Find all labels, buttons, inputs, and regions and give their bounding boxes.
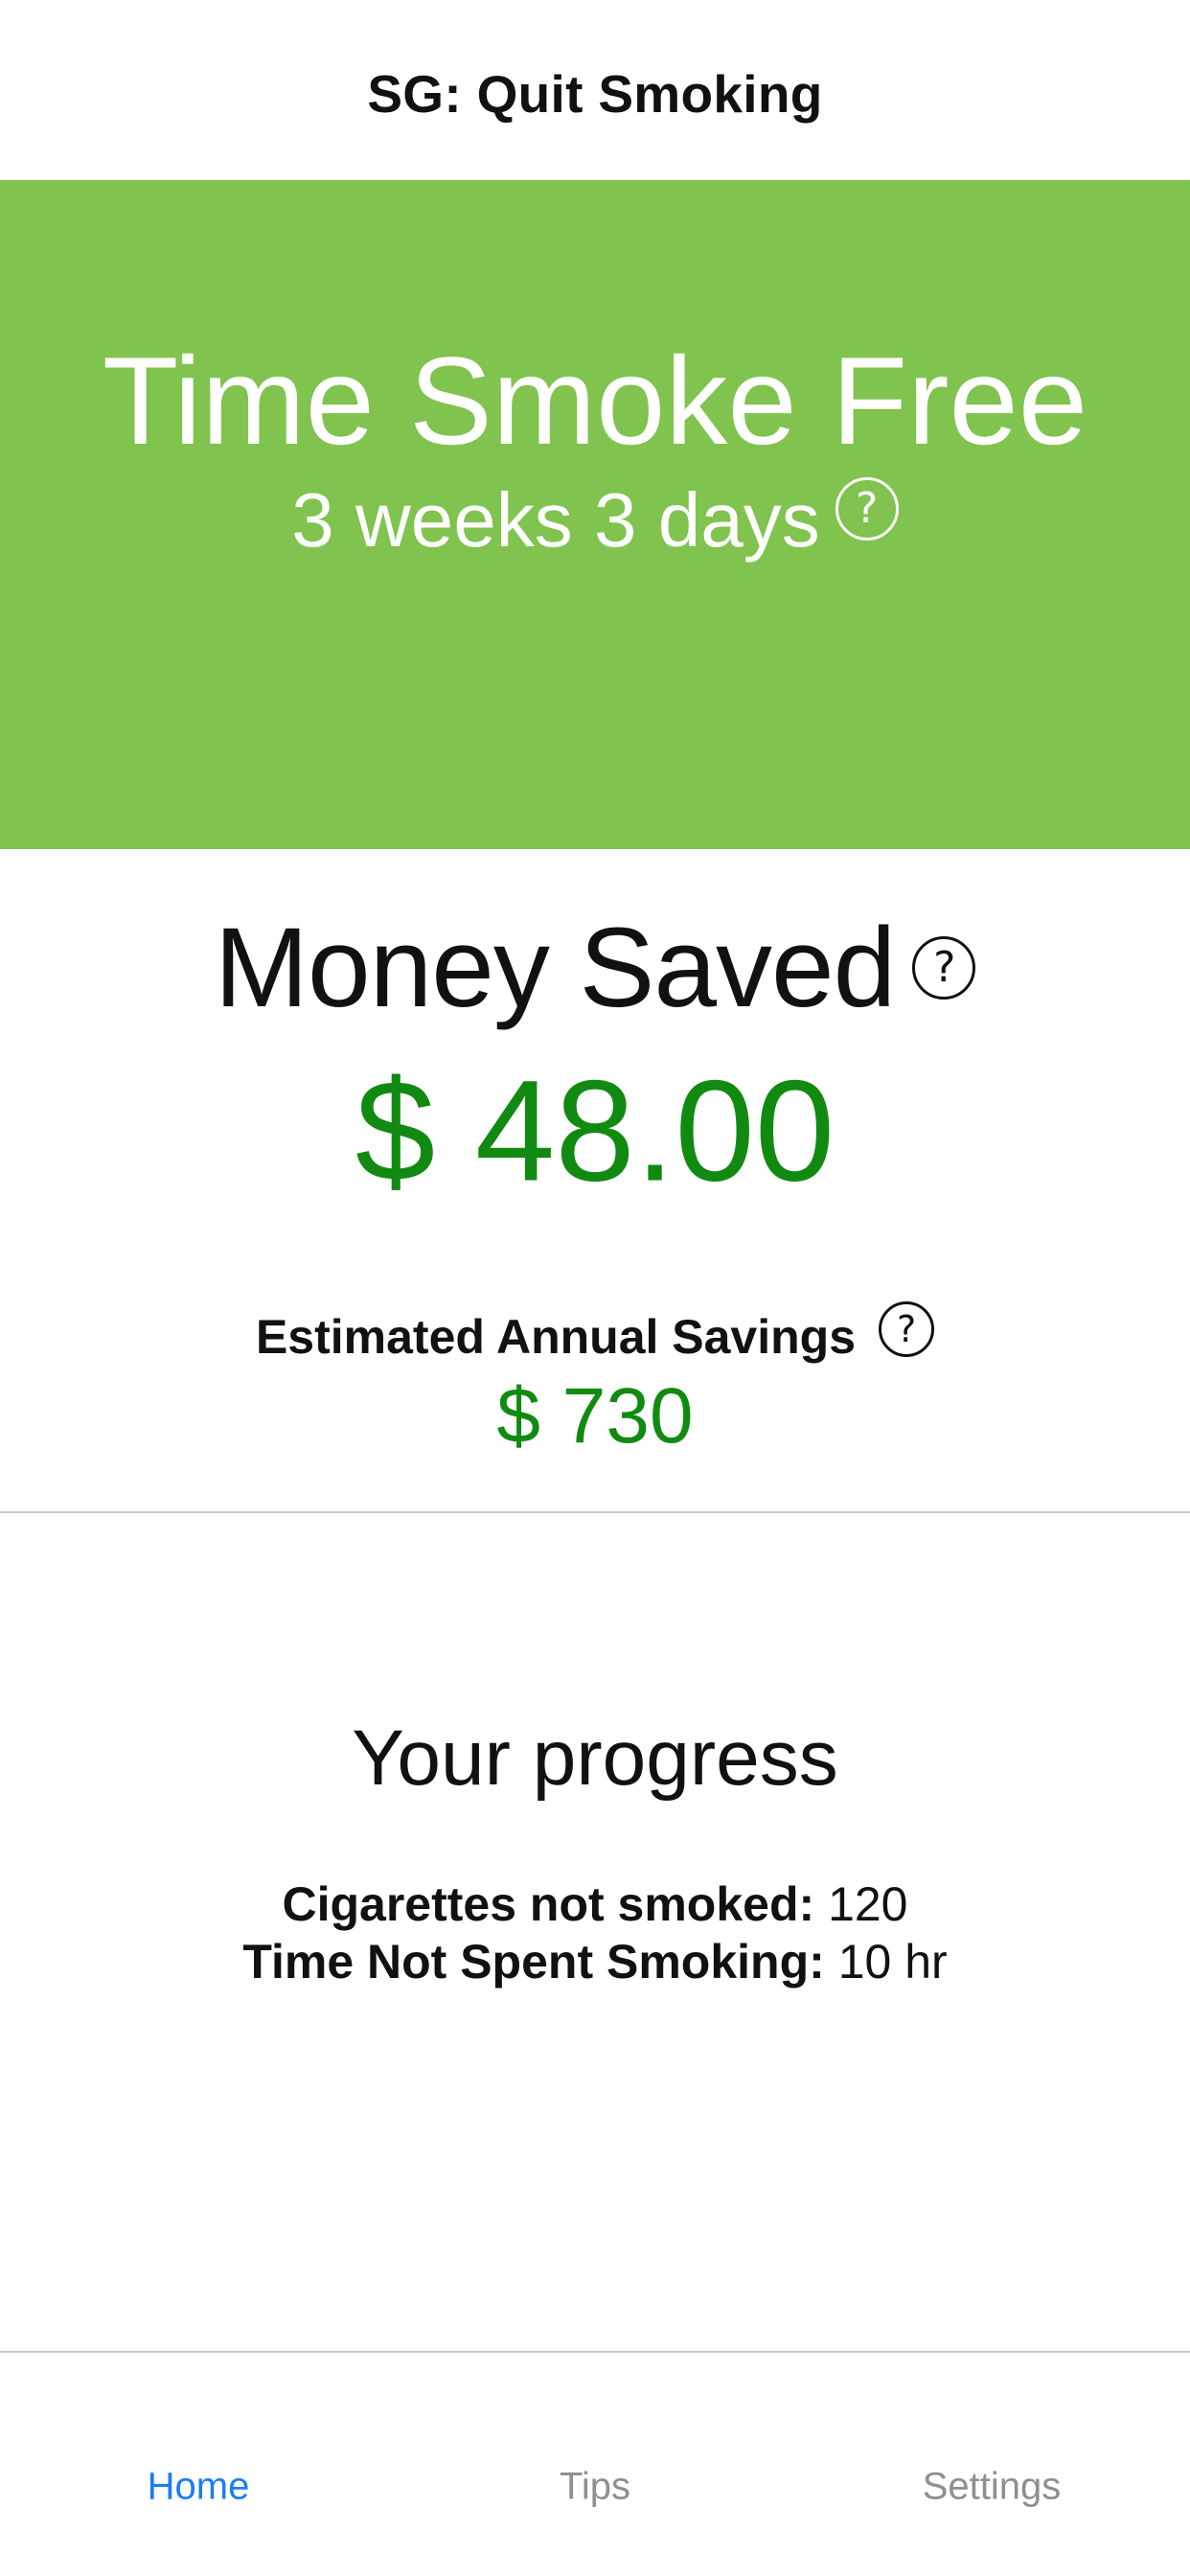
time-not-spent-smoking-label: Time Not Spent Smoking: [242, 1935, 825, 1989]
annual-savings-value: $ 730 [496, 1372, 694, 1460]
money-saved-title: Money Saved [214, 905, 897, 1031]
money-saved-value: $ 48.00 [355, 1049, 835, 1211]
time-not-spent-smoking-value: 10 hr [837, 1935, 948, 1989]
page-title: SG: Quit Smoking [367, 64, 823, 124]
hero-title: Time Smoke Free [102, 331, 1088, 471]
annual-savings-label: Estimated Annual Savings [255, 1310, 857, 1364]
help-icon[interactable]: ? [835, 477, 899, 540]
time-not-spent-smoking-row: Time Not Spent Smoking: 10 hr [0, 1934, 1190, 1990]
cigarettes-not-smoked-row: Cigarettes not smoked: 120 [0, 1876, 1190, 1932]
help-icon[interactable]: ? [879, 1301, 935, 1357]
progress-title: Your progress [352, 1714, 838, 1802]
cigarettes-not-smoked-value: 120 [828, 1877, 908, 1931]
cigarettes-not-smoked-label: Cigarettes not smoked: [282, 1877, 815, 1931]
tab-home[interactable]: Home [148, 2466, 250, 2509]
help-icon[interactable]: ? [912, 936, 976, 1000]
time-smoke-free-row: 3 weeks 3 days ? [0, 477, 1190, 563]
annual-savings-header: Estimated Annual Savings ? [0, 1301, 1190, 1365]
section-divider [0, 1511, 1190, 1513]
money-saved-header: Money Saved ? [0, 903, 1190, 1033]
tab-settings[interactable]: Settings [923, 2466, 1062, 2509]
time-smoke-free-duration: 3 weeks 3 days [291, 477, 820, 563]
tab-bar: Home Tips Settings [0, 2353, 1190, 2576]
time-smoke-free-panel: Time Smoke Free 3 weeks 3 days ? [0, 180, 1190, 849]
tab-tips[interactable]: Tips [560, 2466, 630, 2509]
navigation-bar: SG: Quit Smoking [0, 0, 1190, 180]
